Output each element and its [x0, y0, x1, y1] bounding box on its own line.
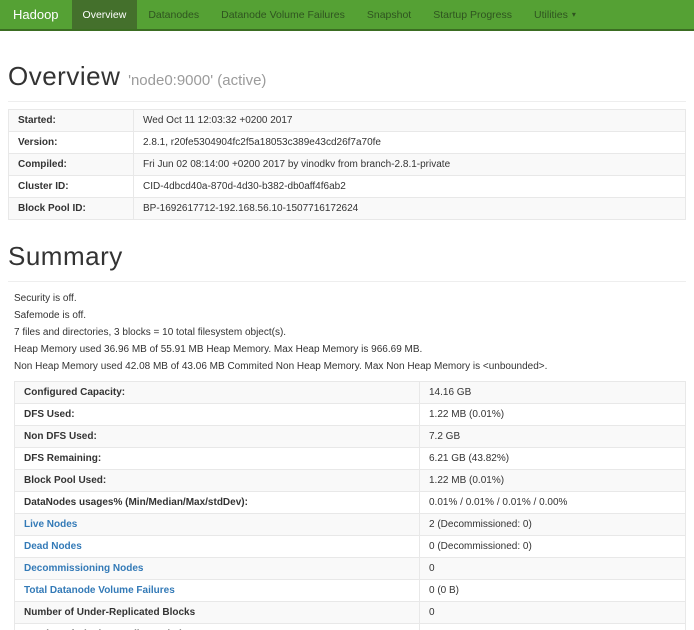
overview-row-label: Compiled:: [9, 154, 134, 176]
summary-row-label: Block Pool Used:: [15, 470, 420, 492]
summary-title: Summary: [8, 241, 686, 272]
summary-row-value: 0: [420, 602, 686, 624]
overview-row-value: CID-4dbcd40a-870d-4d30-b382-db0aff4f6ab2: [134, 176, 686, 198]
overview-row-label: Cluster ID:: [9, 176, 134, 198]
summary-row-label: Dead Nodes: [15, 536, 420, 558]
summary-row-value: 0.01% / 0.01% / 0.01% / 0.00%: [420, 492, 686, 514]
summary-note: Safemode is off.: [14, 311, 686, 321]
chevron-down-icon: ▾: [572, 11, 576, 19]
nav-item-label: Overview: [83, 9, 127, 21]
summary-row-value: 2 (Decommissioned: 0): [420, 514, 686, 536]
summary-row-link[interactable]: Total Datanode Volume Failures: [24, 585, 175, 596]
overview-row-label: Started:: [9, 110, 134, 132]
overview-row: Started:Wed Oct 11 12:03:32 +0200 2017: [9, 110, 686, 132]
page-content: Overview 'node0:9000' (active) Started:W…: [0, 61, 694, 630]
summary-row-value: 7.2 GB: [420, 426, 686, 448]
summary-row-label: Number of Blocks Pending Deletion: [15, 624, 420, 630]
summary-row: Configured Capacity:14.16 GB: [15, 382, 686, 404]
summary-note: 7 files and directories, 3 blocks = 10 t…: [14, 328, 686, 338]
summary-row: Decommissioning Nodes 0: [15, 558, 686, 580]
overview-row-value: BP-1692617712-192.168.56.10-150771617262…: [134, 198, 686, 220]
summary-row: DFS Used:1.22 MB (0.01%): [15, 404, 686, 426]
summary-row: Number of Under-Replicated Blocks0: [15, 602, 686, 624]
overview-row-label: Version:: [9, 132, 134, 154]
nav-item-overview[interactable]: Overview: [72, 0, 138, 29]
namenode-address: 'node0:9000' (active): [128, 72, 266, 89]
summary-row: DFS Remaining:6.21 GB (43.82%): [15, 448, 686, 470]
nav-item-label: Datanodes: [148, 9, 199, 21]
nav-item-label: Snapshot: [367, 9, 411, 21]
overview-row: Cluster ID:CID-4dbcd40a-870d-4d30-b382-d…: [9, 176, 686, 198]
divider: [8, 281, 686, 282]
navbar: Hadoop Overview Datanodes Datanode Volume …: [0, 0, 694, 31]
nav-item-startup-progress[interactable]: Startup Progress: [422, 0, 523, 29]
summary-row-value: 0: [420, 558, 686, 580]
nav-item-label: Utilities: [534, 9, 568, 21]
nav-item-snapshot[interactable]: Snapshot: [356, 0, 422, 29]
summary-section: Summary Security is off. Safemode is off.…: [8, 241, 686, 630]
summary-row: Block Pool Used:1.22 MB (0.01%): [15, 470, 686, 492]
overview-title: Overview 'node0:9000' (active): [8, 61, 686, 92]
summary-row-value: 0 (0 B): [420, 580, 686, 602]
summary-row: Number of Blocks Pending Deletion0: [15, 624, 686, 630]
summary-row-link[interactable]: Dead Nodes: [24, 541, 82, 552]
overview-row-label: Block Pool ID:: [9, 198, 134, 220]
nav-item-datanode-volume-failures[interactable]: Datanode Volume Failures: [210, 0, 356, 29]
summary-row-label: DataNodes usages% (Min/Median/Max/stdDev…: [15, 492, 420, 514]
summary-row-label: Live Nodes: [15, 514, 420, 536]
summary-row: Live Nodes 2 (Decommissioned: 0): [15, 514, 686, 536]
summary-row-label: Configured Capacity:: [15, 382, 420, 404]
overview-row-value: 2.8.1, r20fe5304904fc2f5a18053c389e43cd2…: [134, 132, 686, 154]
summary-row-value: 1.22 MB (0.01%): [420, 404, 686, 426]
summary-row-label: DFS Remaining:: [15, 448, 420, 470]
overview-row: Block Pool ID:BP-1692617712-192.168.56.1…: [9, 198, 686, 220]
summary-row-value: 1.22 MB (0.01%): [420, 470, 686, 492]
overview-row: Compiled:Fri Jun 02 08:14:00 +0200 2017 …: [9, 154, 686, 176]
overview-row: Version:2.8.1, r20fe5304904fc2f5a18053c3…: [9, 132, 686, 154]
overview-title-text: Overview: [8, 61, 120, 91]
nav-item-label: Startup Progress: [433, 9, 512, 21]
summary-row-value: 14.16 GB: [420, 382, 686, 404]
summary-row-label: Total Datanode Volume Failures: [15, 580, 420, 602]
summary-row-label: Number of Under-Replicated Blocks: [15, 602, 420, 624]
overview-table: Started:Wed Oct 11 12:03:32 +0200 2017Ve…: [8, 109, 686, 220]
nav-item-utilities[interactable]: Utilities ▾: [523, 0, 587, 29]
summary-row-label: Non DFS Used:: [15, 426, 420, 448]
summary-row-link[interactable]: Live Nodes: [24, 519, 77, 530]
navbar-menu: Overview Datanodes Datanode Volume Failure…: [72, 0, 587, 29]
summary-row: Non DFS Used:7.2 GB: [15, 426, 686, 448]
summary-row: Total Datanode Volume Failures 0 (0 B): [15, 580, 686, 602]
summary-row-link[interactable]: Decommissioning Nodes: [24, 563, 143, 574]
summary-table: Configured Capacity:14.16 GBDFS Used:1.2…: [14, 381, 686, 630]
summary-row: Dead Nodes 0 (Decommissioned: 0): [15, 536, 686, 558]
summary-row-value: 0 (Decommissioned: 0): [420, 536, 686, 558]
hadoop-brand[interactable]: Hadoop: [0, 0, 72, 29]
summary-row-value: 6.21 GB (43.82%): [420, 448, 686, 470]
summary-notes: Security is off. Safemode is off. 7 files …: [14, 294, 686, 372]
summary-row: DataNodes usages% (Min/Median/Max/stdDev…: [15, 492, 686, 514]
summary-row-label: DFS Used:: [15, 404, 420, 426]
nav-item-datanodes[interactable]: Datanodes: [137, 0, 210, 29]
summary-row-value: 0: [420, 624, 686, 630]
summary-row-label: Decommissioning Nodes: [15, 558, 420, 580]
summary-note: Non Heap Memory used 42.08 MB of 43.06 M…: [14, 362, 686, 372]
overview-row-value: Fri Jun 02 08:14:00 +0200 2017 by vinodk…: [134, 154, 686, 176]
summary-note: Heap Memory used 36.96 MB of 55.91 MB He…: [14, 345, 686, 355]
overview-row-value: Wed Oct 11 12:03:32 +0200 2017: [134, 110, 686, 132]
summary-note: Security is off.: [14, 294, 686, 304]
nav-item-label: Datanode Volume Failures: [221, 9, 345, 21]
divider: [8, 101, 686, 102]
